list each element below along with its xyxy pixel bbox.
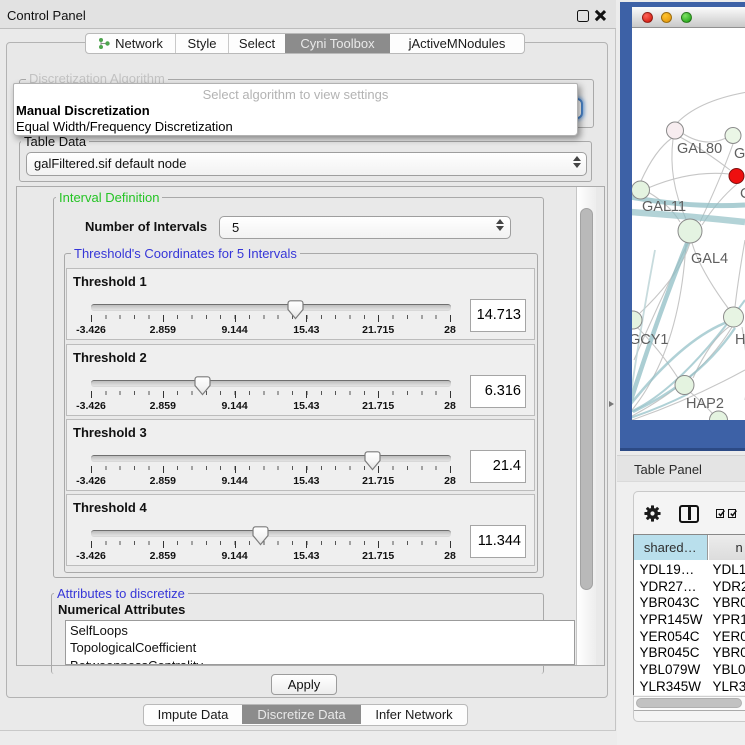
- svg-text:H: H: [735, 332, 745, 348]
- svg-text:C: C: [740, 186, 745, 202]
- svg-text:GA: GA: [734, 146, 745, 162]
- svg-text:GAL11: GAL11: [642, 199, 686, 215]
- svg-text:GAL80: GAL80: [677, 141, 722, 157]
- svg-text:HAP2: HAP2: [686, 396, 724, 412]
- svg-text:GCY1: GCY1: [632, 332, 669, 348]
- svg-text:GAL4: GAL4: [691, 251, 728, 267]
